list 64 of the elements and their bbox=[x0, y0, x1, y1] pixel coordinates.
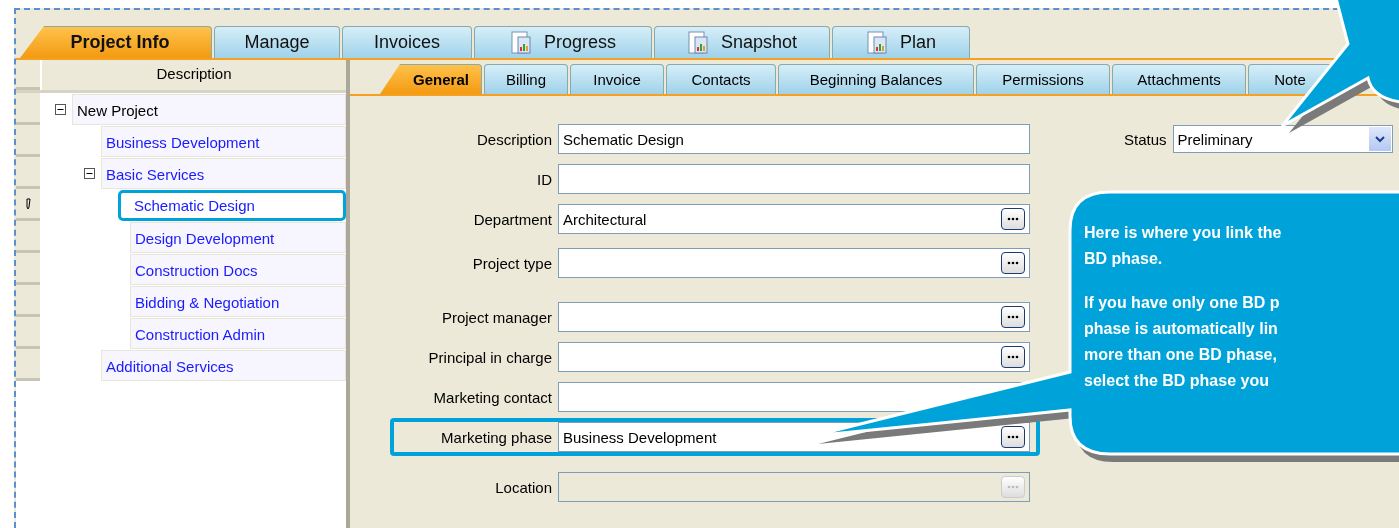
tab[interactable]: General bbox=[380, 64, 482, 94]
ellipsis-icon bbox=[1007, 315, 1019, 319]
callout-text: Here is where you link the bbox=[1084, 223, 1282, 243]
callout-text: BD phase. bbox=[1084, 249, 1163, 269]
tree-item[interactable]: Additional Services bbox=[101, 349, 346, 381]
field-label: Marketing phase bbox=[440, 428, 552, 446]
tab[interactable]: Beginning Balances bbox=[778, 64, 974, 94]
main-tab[interactable]: Progress bbox=[474, 26, 652, 58]
tree-item[interactable]: Design Development bbox=[130, 221, 346, 253]
input-field[interactable] bbox=[558, 164, 1030, 194]
ellipsis-icon bbox=[1007, 261, 1019, 265]
ellipsis-icon bbox=[1007, 435, 1019, 439]
main-tab[interactable]: Plan bbox=[832, 26, 970, 58]
tree-item[interactable]: Bidding & Negotiation bbox=[130, 285, 346, 317]
tree-item[interactable]: New Project bbox=[72, 93, 346, 125]
report-icon bbox=[866, 30, 888, 55]
callout-text: select the BD phase you bbox=[1084, 371, 1269, 391]
tab[interactable]: Attachments bbox=[1112, 64, 1246, 94]
input-field[interactable]: Architectural bbox=[558, 204, 1030, 234]
field-label: ID bbox=[536, 170, 552, 188]
row-header[interactable] bbox=[16, 189, 40, 221]
callout-text: phase is automatically lin bbox=[1084, 319, 1278, 339]
collapse-icon[interactable] bbox=[54, 103, 66, 115]
input-field[interactable]: Schematic Design bbox=[558, 124, 1030, 154]
tab[interactable]: Contacts bbox=[666, 64, 776, 94]
browse-button[interactable] bbox=[1001, 208, 1025, 230]
field-label: Marketing contact bbox=[432, 388, 552, 406]
field-label: Project type bbox=[471, 254, 552, 272]
main-tab[interactable]: Project Info bbox=[20, 26, 212, 58]
browse-button[interactable] bbox=[1001, 252, 1025, 274]
tree-item[interactable]: Construction Docs bbox=[130, 253, 346, 285]
ellipsis-icon bbox=[1007, 485, 1019, 489]
tree-item[interactable]: Basic Services bbox=[101, 157, 346, 189]
collapse-icon[interactable] bbox=[83, 167, 95, 179]
tree-item[interactable]: Schematic Design bbox=[118, 189, 346, 221]
callout-text: If you have only one BD p bbox=[1084, 293, 1280, 313]
ellipsis-icon bbox=[1007, 355, 1019, 359]
field-label: Project manager bbox=[440, 308, 552, 326]
ellipsis-icon bbox=[1007, 217, 1019, 221]
main-tab[interactable]: Invoices bbox=[342, 26, 472, 58]
tab[interactable]: Permissions bbox=[976, 64, 1110, 94]
callout-text: more than one BD phase, bbox=[1084, 345, 1277, 365]
tab[interactable]: Billing bbox=[484, 64, 568, 94]
tree-item[interactable]: Business Development bbox=[101, 125, 346, 157]
field-label: Description bbox=[475, 130, 552, 148]
tree-item[interactable]: Construction Admin bbox=[130, 317, 346, 349]
browse-button[interactable] bbox=[1001, 426, 1025, 448]
tab[interactable]: Invoice bbox=[570, 64, 664, 94]
chevron-down-icon bbox=[1374, 135, 1385, 143]
field-label: Principal in charge bbox=[427, 348, 552, 366]
main-tab[interactable]: Snapshot bbox=[654, 26, 830, 58]
report-icon bbox=[510, 30, 532, 55]
main-tab[interactable]: Manage bbox=[214, 26, 340, 58]
field-label: Department bbox=[472, 210, 552, 228]
report-icon bbox=[686, 30, 709, 55]
field-label: Location bbox=[494, 478, 552, 496]
pencil-icon bbox=[25, 197, 31, 210]
browse-button[interactable] bbox=[1001, 346, 1025, 368]
input-field[interactable] bbox=[558, 342, 1030, 372]
field-label: Status bbox=[1124, 130, 1167, 148]
input-field[interactable] bbox=[558, 248, 1030, 278]
input-field[interactable] bbox=[558, 302, 1030, 332]
status-dropdown[interactable]: Preliminary bbox=[1172, 125, 1393, 153]
browse-button[interactable] bbox=[1001, 306, 1025, 328]
